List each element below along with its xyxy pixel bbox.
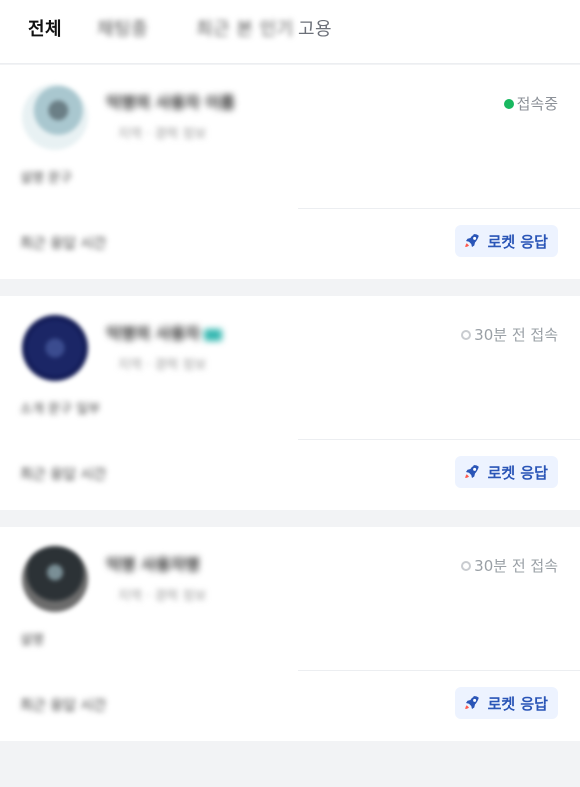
rocket-badge-label: 로켓 응답 [487, 463, 548, 482]
verified-badge-icon [203, 328, 222, 341]
offline-dot-icon [461, 329, 472, 340]
status-indicator: 30분 전 접속 [461, 555, 558, 576]
tab-recent[interactable]: 최근 본 인기 [196, 15, 294, 41]
avatar[interactable] [22, 546, 88, 612]
tab-chatting[interactable]: 채팅중 [97, 15, 148, 41]
expert-description: 소개 문구 일부 [20, 402, 101, 417]
avatar[interactable] [22, 84, 88, 150]
divider [298, 439, 580, 440]
status-indicator: 30분 전 접속 [461, 324, 558, 345]
tab-hire[interactable]: 고용 [298, 15, 332, 41]
tab-bar: 전체 채팅중 최근 본 인기 고용 [0, 0, 580, 64]
status-text: 30분 전 접속 [474, 326, 558, 344]
tab-chatting-label: 채팅중 [97, 19, 149, 40]
expert-name: 익명의 사용자 [106, 320, 266, 344]
expert-name: 익명의 사용자 이름 [106, 93, 235, 112]
rocket-response-badge: 로켓 응답 [454, 225, 558, 257]
expert-card[interactable]: 익명의 사용자 지역 · 경력 정보 소개 문구 일부 30분 전 접속 최근 … [0, 296, 580, 510]
status-text: 30분 전 접속 [474, 557, 558, 575]
response-info: 최근 응답 시간 [20, 236, 107, 252]
tab-all[interactable]: 전체 [28, 15, 62, 41]
response-info: 최근 응답 시간 [20, 467, 107, 483]
expert-name-text: 익명의 사용자 [106, 324, 200, 343]
expert-card[interactable]: 익명의 사용자 이름 지역 · 경력 정보 설명 문구 접속중 최근 응답 시간… [0, 65, 580, 279]
expert-list-page: 전체 채팅중 최근 본 인기 고용 익명의 사용자 이름 지역 · 경력 정보 … [0, 0, 580, 787]
expert-description: 설명 [20, 633, 44, 648]
status-text: 접속중 [516, 95, 558, 113]
expert-name: 익명 사용자명 [106, 555, 200, 574]
rocket-response-badge: 로켓 응답 [454, 456, 558, 488]
divider [298, 670, 580, 671]
tab-recent-label: 최근 본 인기 [196, 19, 294, 40]
expert-meta: 지역 · 경력 정보 [118, 358, 207, 373]
rocket-response-badge: 로켓 응답 [454, 687, 558, 719]
expert-card[interactable]: 익명 사용자명 지역 · 경력 정보 설명 30분 전 접속 최근 응답 시간 … [0, 527, 580, 741]
expert-meta: 지역 · 경력 정보 [118, 589, 207, 604]
online-dot-icon [503, 98, 514, 109]
expert-description: 설명 문구 [20, 171, 72, 186]
divider [298, 208, 580, 209]
rocket-badge-label: 로켓 응답 [487, 694, 548, 713]
offline-dot-icon [461, 560, 472, 571]
rocket-icon [464, 234, 479, 247]
response-info: 최근 응답 시간 [20, 698, 107, 714]
rocket-badge-label: 로켓 응답 [487, 232, 548, 251]
rocket-icon [464, 465, 479, 478]
status-indicator: 접속중 [503, 93, 558, 114]
avatar[interactable] [22, 315, 88, 381]
expert-meta: 지역 · 경력 정보 [118, 127, 207, 142]
rocket-icon [464, 696, 479, 709]
